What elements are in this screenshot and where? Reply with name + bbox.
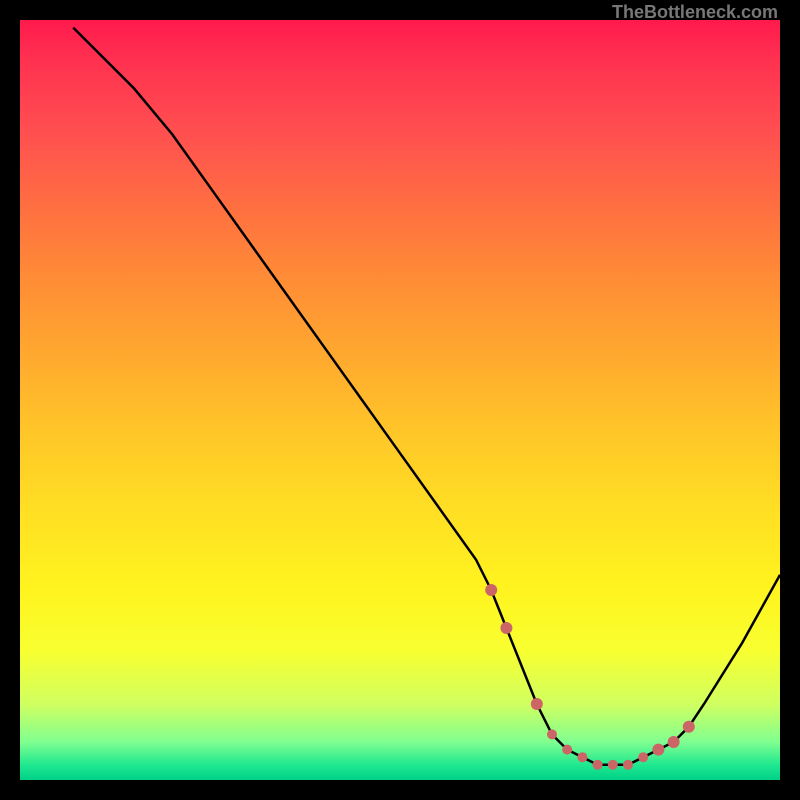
data-point — [547, 729, 557, 739]
data-point — [668, 736, 680, 748]
data-point — [577, 752, 587, 762]
data-point — [638, 752, 648, 762]
data-point — [500, 622, 512, 634]
chart-container: TheBottleneck.com — [0, 0, 800, 800]
data-point — [623, 760, 633, 770]
highlighted-points — [485, 584, 695, 770]
attribution-text: TheBottleneck.com — [612, 2, 778, 23]
data-point — [608, 760, 618, 770]
data-point — [485, 584, 497, 596]
data-point — [593, 760, 603, 770]
curve-line — [73, 28, 780, 765]
data-point — [531, 698, 543, 710]
data-point — [683, 721, 695, 733]
data-point — [562, 745, 572, 755]
data-point — [652, 744, 664, 756]
chart-svg — [20, 20, 780, 780]
plot-area — [20, 20, 780, 780]
